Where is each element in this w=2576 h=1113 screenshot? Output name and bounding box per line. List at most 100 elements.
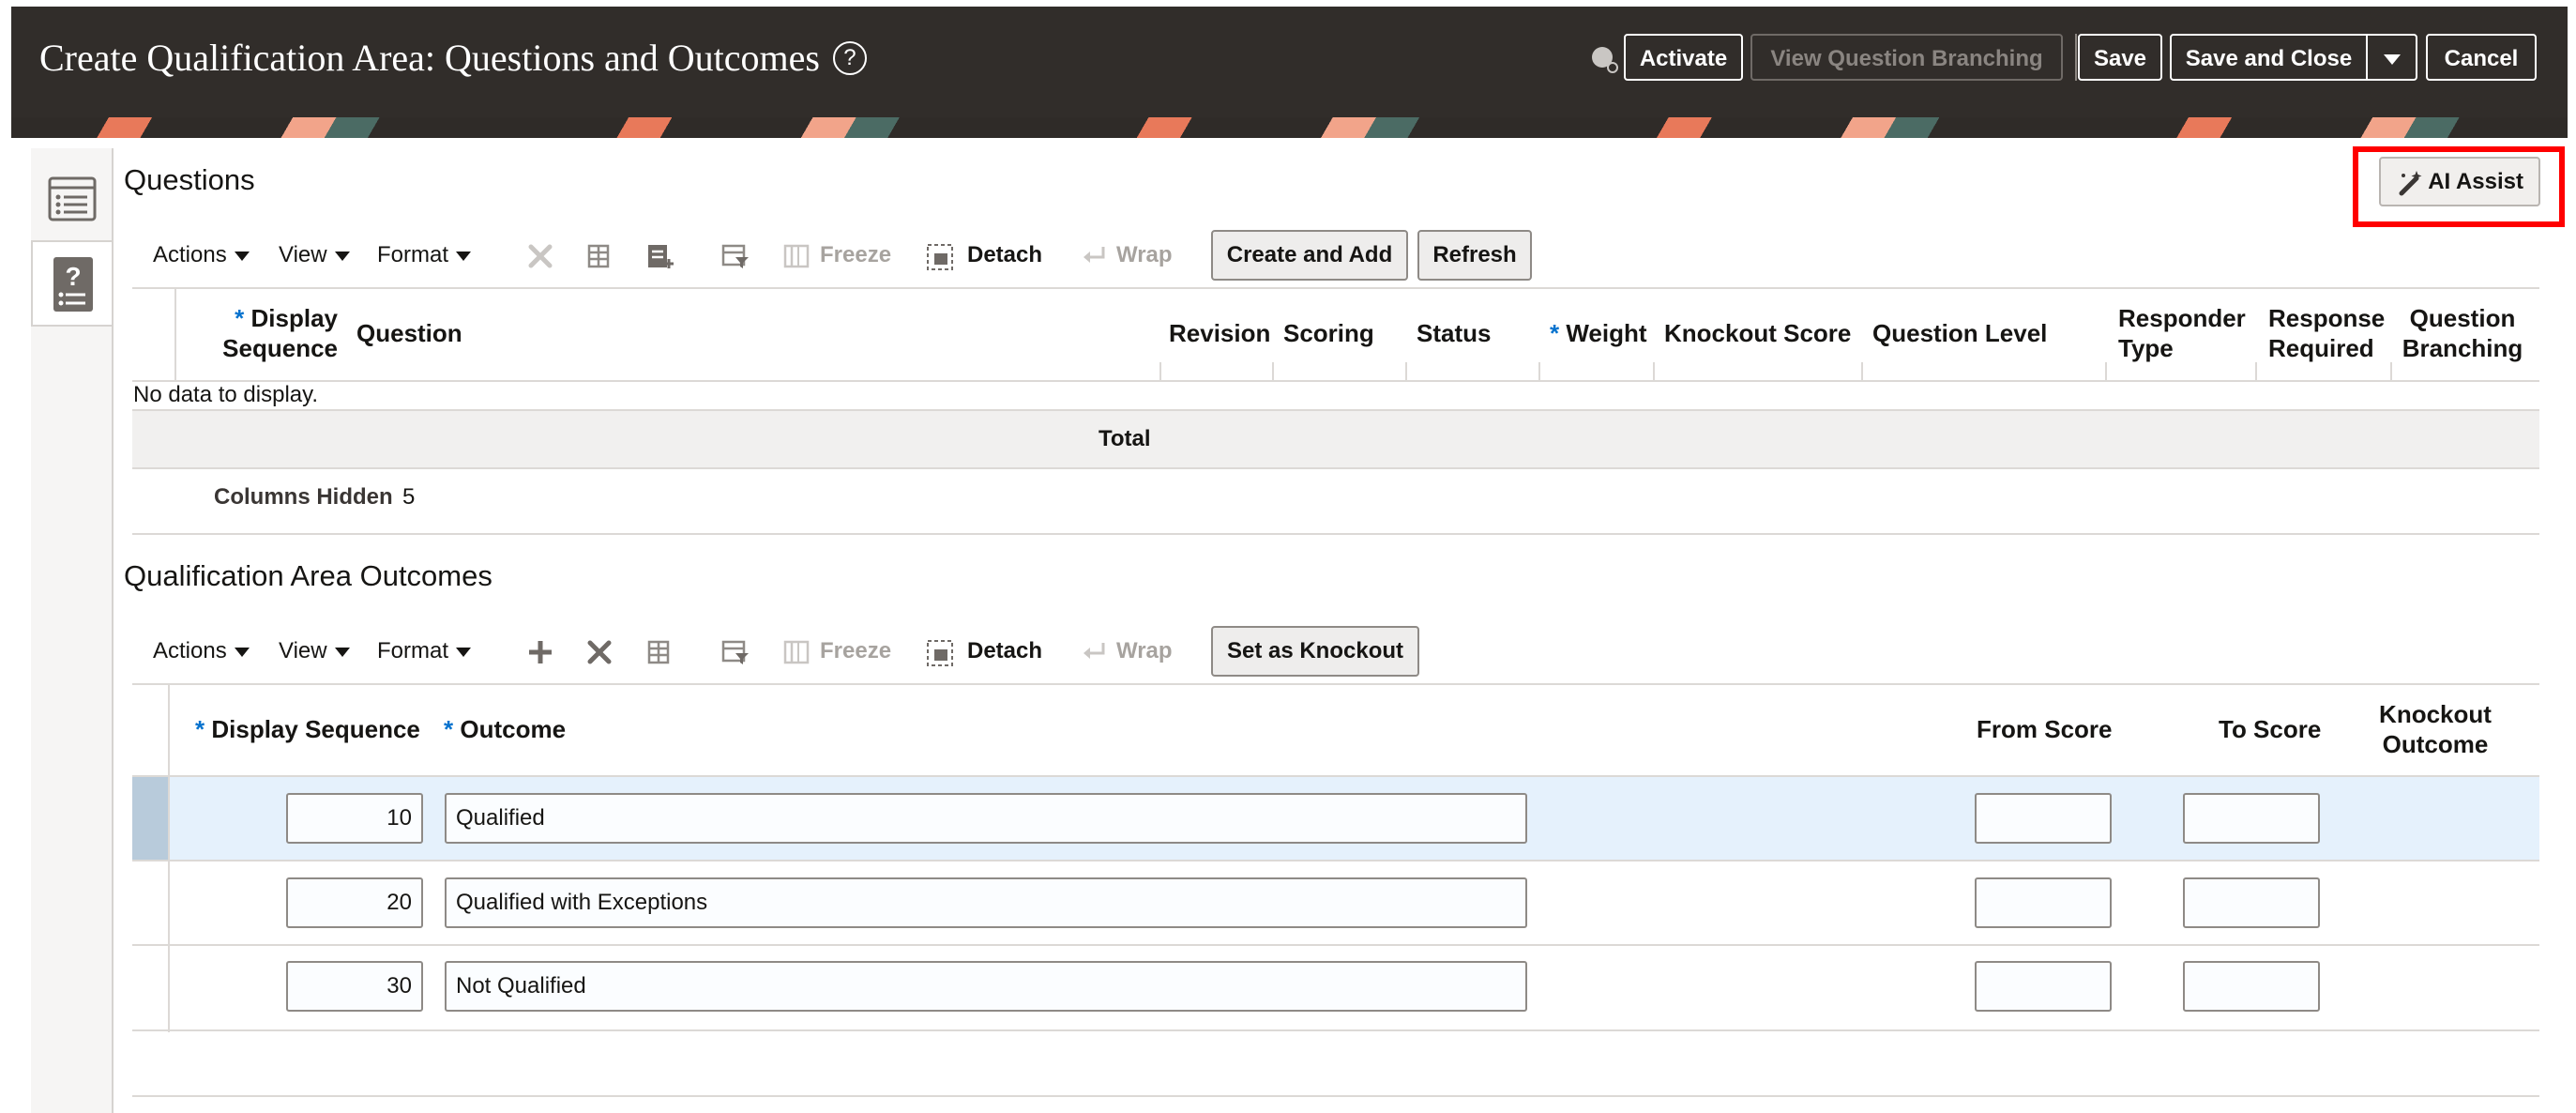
row-divider <box>132 1029 2539 1031</box>
col-question-level[interactable]: Question Level <box>1872 318 2047 348</box>
activate-button[interactable]: Activate <box>1624 34 1743 81</box>
query-by-example-icon[interactable] <box>720 242 750 270</box>
col-display-sequence[interactable]: * Display Sequence <box>218 303 338 363</box>
wrap-icon <box>1083 247 1105 263</box>
col-divider <box>1159 362 1161 381</box>
sequence-input[interactable]: 30 <box>286 961 423 1012</box>
freeze-icon <box>783 640 810 664</box>
questions-section-title: Questions <box>124 163 255 196</box>
caret-down-icon <box>234 251 250 261</box>
delete-icon[interactable] <box>585 638 614 666</box>
detach-icon <box>927 244 953 270</box>
create-and-add-button[interactable]: Create and Add <box>1211 230 1408 281</box>
col-outcome-display-sequence[interactable]: * Display Sequence <box>195 714 420 744</box>
col-question[interactable]: Question <box>356 318 462 348</box>
questions-toolbar: Actions View Format Freeze Detach Wrap C… <box>0 229 2576 282</box>
wrap-icon <box>1083 643 1105 659</box>
col-divider <box>2390 362 2392 381</box>
freeze-icon <box>783 244 810 268</box>
sequence-input[interactable]: 10 <box>286 793 423 844</box>
caret-down-icon <box>456 251 472 261</box>
outcomes-toolbar: Actions View Format Freeze Detach Wrap S… <box>0 625 2576 678</box>
col-weight[interactable]: * Weight <box>1550 318 1647 348</box>
col-status[interactable]: Status <box>1417 318 1491 348</box>
from-score-input[interactable] <box>1975 877 2112 928</box>
ai-assist-highlight <box>2353 146 2565 227</box>
questions-detach-button[interactable]: Detach <box>967 229 1042 282</box>
delete-icon <box>528 244 553 268</box>
col-knockout-score[interactable]: Knockout Score <box>1664 318 1851 348</box>
caret-down-icon <box>334 647 350 657</box>
cancel-button[interactable]: Cancel <box>2426 34 2537 81</box>
col-divider <box>2105 362 2107 381</box>
chevron-down-icon <box>2383 54 2401 66</box>
add-icon[interactable] <box>526 638 554 666</box>
sequence-input[interactable]: 20 <box>286 877 423 928</box>
col-responder-type[interactable]: Responder Type <box>2118 303 2246 363</box>
caret-down-icon <box>456 647 472 657</box>
query-by-example-icon[interactable] <box>720 638 750 666</box>
page-title: Create Qualification Area: Questions and… <box>39 7 867 117</box>
outcomes-table-bottom-border <box>132 1095 2539 1097</box>
outcomes-table-top-border <box>132 683 2539 685</box>
questions-format-menu[interactable]: Format <box>377 229 472 282</box>
questions-empty-message: No data to display. <box>133 382 319 407</box>
questions-table-bottom-border <box>132 533 2539 535</box>
caret-down-icon <box>234 647 250 657</box>
outcomes-wrap-button: Wrap <box>1116 638 1173 663</box>
outcomes-format-menu[interactable]: Format <box>377 625 472 678</box>
col-divider <box>1405 362 1407 381</box>
add-row-icon[interactable] <box>645 242 675 270</box>
header-banner <box>11 117 2568 138</box>
columns-hidden-label: Columns Hidden <box>214 484 393 510</box>
outcomes-actions-menu[interactable]: Actions <box>153 625 250 678</box>
globe-icon[interactable] <box>1592 47 1618 73</box>
column-edit-icon <box>587 244 610 268</box>
from-score-input[interactable] <box>1975 961 2112 1012</box>
set-as-knockout-button[interactable]: Set as Knockout <box>1211 626 1419 677</box>
col-revision[interactable]: Revision <box>1169 318 1270 348</box>
refresh-button[interactable]: Refresh <box>1417 230 1532 281</box>
outcome-input[interactable]: Not Qualified <box>445 961 1527 1012</box>
col-question-branching[interactable]: Question Branching <box>2402 303 2523 363</box>
questions-actions-menu[interactable]: Actions <box>153 229 250 282</box>
to-score-input[interactable] <box>2183 793 2320 844</box>
page-header: Create Qualification Area: Questions and… <box>11 7 2568 117</box>
caret-down-icon <box>334 251 350 261</box>
page-title-text: Create Qualification Area: Questions and… <box>39 37 820 79</box>
outcomes-view-menu[interactable]: View <box>279 625 350 678</box>
row-selector[interactable] <box>132 777 168 860</box>
col-knockout-outcome[interactable]: Knockout Outcome <box>2370 699 2501 759</box>
to-score-input[interactable] <box>2183 961 2320 1012</box>
help-icon[interactable]: ? <box>832 40 867 75</box>
save-button[interactable]: Save <box>2078 34 2162 81</box>
outcome-input[interactable]: Qualified <box>445 793 1527 844</box>
col-to-score[interactable]: To Score <box>2219 714 2321 744</box>
column-edit-icon <box>647 640 670 664</box>
outcomes-detach-button[interactable]: Detach <box>967 625 1042 678</box>
save-and-close-button[interactable]: Save and Close <box>2170 34 2368 81</box>
columns-hidden-count: 5 <box>402 484 416 510</box>
questions-total-row: Total <box>132 409 2539 469</box>
questions-wrap-button: Wrap <box>1116 242 1173 267</box>
col-divider <box>1272 362 1274 381</box>
detach-icon <box>927 640 953 666</box>
col-divider <box>1861 362 1863 381</box>
row-divider <box>132 944 2539 946</box>
questions-view-menu[interactable]: View <box>279 229 350 282</box>
to-score-input[interactable] <box>2183 877 2320 928</box>
from-score-input[interactable] <box>1975 793 2112 844</box>
total-label: Total <box>1099 426 1151 451</box>
view-question-branching-button: View Question Branching <box>1750 34 2063 81</box>
col-from-score[interactable]: From Score <box>1977 714 2113 744</box>
outcome-input[interactable]: Qualified with Exceptions <box>445 877 1527 928</box>
col-divider <box>2255 362 2257 381</box>
col-response-required[interactable]: Response Required <box>2268 303 2385 363</box>
questions-row-header-border <box>174 287 176 381</box>
questions-freeze-button: Freeze <box>820 242 892 267</box>
col-outcome[interactable]: * Outcome <box>444 714 566 744</box>
toolbar-separator <box>2075 34 2077 81</box>
col-scoring[interactable]: Scoring <box>1283 318 1374 348</box>
save-options-dropdown[interactable] <box>2366 34 2417 81</box>
questions-table-top-border <box>132 287 2539 289</box>
